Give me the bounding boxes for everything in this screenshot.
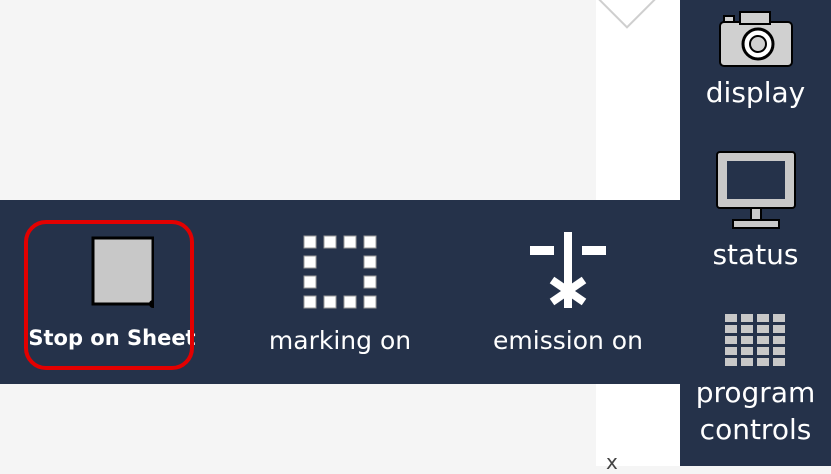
- emission-on-button[interactable]: emission on: [490, 200, 646, 384]
- canvas-area-bottom: [0, 384, 596, 466]
- marking-on-label: marking on: [268, 326, 412, 355]
- axis-marker: x: [606, 450, 618, 474]
- marking-on-button[interactable]: marking on: [262, 200, 418, 384]
- emission-on-label: emission on: [493, 326, 643, 355]
- monitor-icon: [713, 148, 799, 236]
- sidebar-label-program-line2: controls: [699, 413, 812, 446]
- sidebar-item-display[interactable]: display: [680, 8, 831, 111]
- sidebar-label-status: status: [712, 238, 799, 271]
- sidebar-label-display: display: [705, 76, 806, 109]
- sidebar-label-program-line1: program: [695, 376, 816, 409]
- sidebar-item-program-controls[interactable]: program controls: [680, 310, 831, 448]
- stop-on-sheet-button[interactable]: Stop on Sheet: [24, 200, 200, 384]
- emission-icon: [526, 232, 610, 312]
- marking-frame-icon: [300, 232, 380, 312]
- camera-icon: [716, 8, 796, 74]
- right-sidebar: display status program controls: [680, 0, 831, 466]
- grid-table-icon: [721, 310, 791, 374]
- sidebar-label-program-controls: program controls: [696, 374, 816, 448]
- sidebar-item-status[interactable]: status: [680, 148, 831, 273]
- bottom-toolbar: Stop on Sheet marking on emission on: [0, 200, 680, 384]
- selection-highlight: [24, 220, 194, 370]
- canvas-area-top: [0, 0, 596, 200]
